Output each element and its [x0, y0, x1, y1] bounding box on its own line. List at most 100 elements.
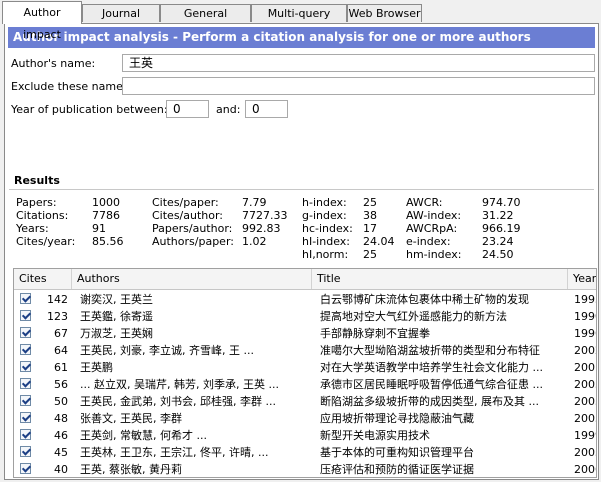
tab-journal-impact[interactable]: Journal impact	[82, 4, 160, 38]
row-checkbox[interactable]	[20, 378, 31, 389]
cell-year: 1999	[574, 429, 596, 442]
row-checkbox[interactable]	[20, 293, 31, 304]
cell-cites: 123	[47, 310, 68, 323]
tab-multi-query-center[interactable]: Multi-query center	[251, 4, 347, 38]
cell-title: 承德市区居民睡眠呼吸暂停低通气综合征患 ...	[320, 378, 543, 391]
year-range-label: Year of publication between:	[11, 103, 168, 116]
cell-authors: 王英, 蔡张敏, 黄丹莉	[80, 463, 182, 476]
tab-author-impact[interactable]: Author impact	[2, 1, 82, 41]
row-checkbox[interactable]	[20, 310, 31, 321]
table-row[interactable]: 142 谢奕汉, 王英兰 白云鄂博矿床流体包裹体中稀土矿物的发现 1995	[14, 291, 596, 308]
cell-year: 1996	[574, 327, 596, 340]
row-checkbox[interactable]	[20, 344, 31, 355]
cell-cites: 45	[54, 446, 68, 459]
cell-authors: 王英民, 金武弟, 刘书会, 邱桂强, 李群 ...	[80, 395, 276, 408]
author-name-input[interactable]: 王英	[122, 54, 595, 72]
cell-cites: 48	[54, 412, 68, 425]
stat-value: 24.04	[363, 235, 395, 248]
table-row[interactable]: 123 王英鑑, 徐寄遥 提高地对空大气红外遥感能力的新方法 1990	[14, 308, 596, 325]
cell-cites: 61	[54, 361, 68, 374]
stat-value: 974.70	[482, 196, 521, 209]
results-heading: Results	[14, 174, 60, 187]
cell-cites: 56	[54, 378, 68, 391]
column-header-authors[interactable]: Authors	[72, 269, 312, 289]
cell-authors: 万淑芝, 王英娴	[80, 327, 153, 340]
stat-label: g-index:	[302, 209, 347, 222]
row-checkbox[interactable]	[20, 429, 31, 440]
stat-label: hm-index:	[406, 248, 462, 261]
stat-label: Authors/paper:	[152, 235, 234, 248]
cell-year: 2003	[574, 378, 596, 391]
table-row[interactable]: 61 王英鹏 对在大学英语教学中培养学生社会文化能力 ... 2001	[14, 359, 596, 376]
cell-title: 提高地对空大气红外遥感能力的新方法	[320, 310, 507, 323]
table-row[interactable]: 64 王英民, 刘豪, 李立诚, 齐雪峰, 王 ... 准噶尔大型坳陷湖盆坡折带…	[14, 342, 596, 359]
stat-value: 24.50	[482, 248, 514, 261]
cell-year: 1990	[574, 310, 596, 323]
column-header-title[interactable]: Title	[312, 269, 568, 289]
results-table: Cites Authors Title Year 142 谢奕汉, 王英兰 白云…	[13, 268, 597, 478]
row-checkbox[interactable]	[20, 463, 31, 474]
stat-label: Cites/year:	[16, 235, 76, 248]
row-checkbox[interactable]	[20, 412, 31, 423]
author-name-label: Author's name:	[11, 57, 96, 70]
table-row[interactable]: 40 王英, 蔡张敏, 黄丹莉 压疮评估和预防的循证医学证据 2006	[14, 461, 596, 477]
cell-authors: 谢奕汉, 王英兰	[80, 293, 153, 306]
cell-year: 2003	[574, 446, 596, 459]
table-row[interactable]: 45 王英林, 王卫东, 王宗江, 佟平, 许晴, ... 基于本体的可重构知识…	[14, 444, 596, 461]
row-checkbox[interactable]	[20, 446, 31, 457]
stat-label: h-index:	[302, 196, 347, 209]
row-checkbox[interactable]	[20, 395, 31, 406]
stat-label: Citations:	[16, 209, 69, 222]
stat-value: 966.19	[482, 222, 521, 235]
stat-label: Papers:	[16, 196, 57, 209]
row-checkbox[interactable]	[20, 327, 31, 338]
stat-value: 25	[363, 248, 377, 261]
cell-authors: 王英鑑, 徐寄遥	[80, 310, 153, 323]
table-row[interactable]: 46 王英剑, 常敏慧, 何希才 ... 新型开关电源实用技术 1999	[14, 427, 596, 444]
cell-year: 2003	[574, 412, 596, 425]
cell-authors: 王英民, 刘豪, 李立诚, 齐雪峰, 王 ...	[80, 344, 254, 357]
cell-cites: 64	[54, 344, 68, 357]
tab-strip: Author impact Journal impact General cit…	[0, 0, 601, 41]
tab-general-citations[interactable]: General citations	[160, 4, 251, 38]
cell-year: 2001	[574, 361, 596, 374]
stat-value: 992.83	[242, 222, 281, 235]
cell-title: 基于本体的可重构知识管理平台	[320, 446, 474, 459]
year-to-input[interactable]: 0	[245, 100, 288, 118]
stat-value: 38	[363, 209, 377, 222]
cell-cites: 40	[54, 463, 68, 476]
year-and-label: and:	[216, 103, 241, 116]
table-row[interactable]: 48 张善文, 王英民, 李群 应用坡折带理论寻找隐蔽油气藏 2003	[14, 410, 596, 427]
stat-value: 1000	[92, 196, 120, 209]
column-header-cites[interactable]: Cites	[14, 269, 72, 289]
panel-banner: Author impact analysis - Perform a citat…	[8, 27, 595, 48]
table-row[interactable]: 67 万淑芝, 王英娴 手部静脉穿刺不宜握拳 1996	[14, 325, 596, 342]
year-from-input[interactable]: 0	[166, 100, 209, 118]
row-checkbox[interactable]	[20, 361, 31, 372]
stat-label: Cites/paper:	[152, 196, 219, 209]
exclude-names-input[interactable]	[122, 77, 595, 95]
cell-year: 2006	[574, 463, 596, 476]
cell-cites: 67	[54, 327, 68, 340]
stat-value: 91	[92, 222, 106, 235]
cell-cites: 46	[54, 429, 68, 442]
cell-year: 2003	[574, 395, 596, 408]
cell-title: 准噶尔大型坳陷湖盆坡折带的类型和分布特征	[320, 344, 540, 357]
stat-label: Cites/author:	[152, 209, 224, 222]
cell-authors: 王英林, 王卫东, 王宗江, 佟平, 许晴, ...	[80, 446, 269, 459]
stat-label: hI-index:	[302, 235, 350, 248]
stat-label: hI,norm:	[302, 248, 349, 261]
cell-title: 应用坡折带理论寻找隐蔽油气藏	[320, 412, 474, 425]
stat-value: 7786	[92, 209, 120, 222]
table-row[interactable]: 56 ... 赵立双, 吴瑞芹, 韩芳, 刘季承, 王英 ... 承德市区居民睡…	[14, 376, 596, 393]
stat-value: 25	[363, 196, 377, 209]
column-header-year[interactable]: Year	[568, 269, 596, 289]
cell-title: 新型开关电源实用技术	[320, 429, 430, 442]
cell-title: 手部静脉穿刺不宜握拳	[320, 327, 430, 340]
cell-authors: 王英鹏	[80, 361, 113, 374]
table-row[interactable]: 50 王英民, 金武弟, 刘书会, 邱桂强, 李群 ... 断陷湖盆多级坡折带的…	[14, 393, 596, 410]
stat-label: hc-index:	[302, 222, 353, 235]
stat-label: Papers/author:	[152, 222, 233, 235]
tab-web-browser[interactable]: Web Browser	[347, 4, 422, 22]
cell-year: 1995	[574, 293, 596, 306]
